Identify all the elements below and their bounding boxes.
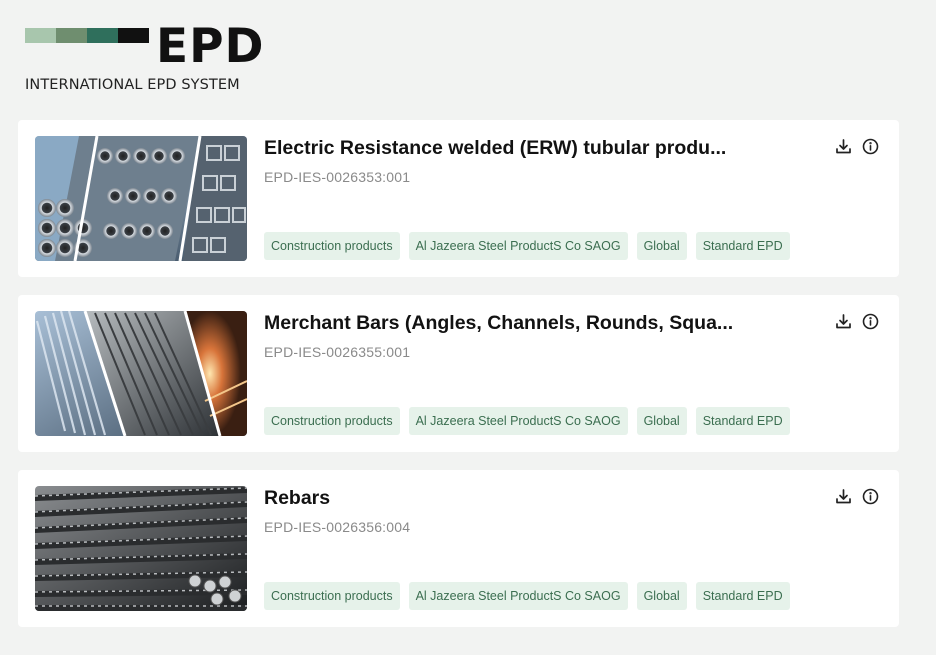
info-icon[interactable]	[862, 488, 879, 505]
tag-company[interactable]: Al Jazeera Steel ProductS Co SAOG	[408, 232, 628, 260]
epd-registration-id: EPD-IES-0026353:001	[264, 169, 411, 185]
tag-list: Construction products Al Jazeera Steel P…	[264, 407, 790, 435]
product-thumbnail[interactable]	[35, 486, 247, 611]
rebars-image	[35, 486, 247, 611]
tag-epd-type[interactable]: Standard EPD	[695, 407, 790, 435]
tag-geography[interactable]: Global	[636, 407, 687, 435]
tag-category[interactable]: Construction products	[264, 407, 400, 435]
info-icon[interactable]	[862, 138, 879, 155]
epd-registration-id: EPD-IES-0026356:004	[264, 519, 411, 535]
card-title[interactable]: Electric Resistance welded (ERW) tubular…	[264, 137, 726, 160]
card-actions	[835, 138, 879, 155]
tag-category[interactable]: Construction products	[264, 232, 400, 260]
tag-epd-type[interactable]: Standard EPD	[695, 582, 790, 610]
tag-company[interactable]: Al Jazeera Steel ProductS Co SAOG	[408, 407, 628, 435]
logo-subtitle: INTERNATIONAL EPD SYSTEM	[25, 77, 240, 93]
card-title[interactable]: Rebars	[264, 487, 330, 510]
tag-company[interactable]: Al Jazeera Steel ProductS Co SAOG	[408, 582, 628, 610]
logo-wordmark: EPD	[156, 19, 265, 74]
logo-bar	[56, 28, 87, 43]
product-thumbnail[interactable]	[35, 311, 247, 436]
download-icon[interactable]	[835, 313, 852, 330]
card-actions	[835, 313, 879, 330]
card-actions	[835, 488, 879, 505]
steel-bars-image	[35, 311, 247, 436]
result-card[interactable]: Rebars EPD-IES-0026356:004 Construction …	[18, 470, 899, 627]
tag-geography[interactable]: Global	[636, 232, 687, 260]
tag-list: Construction products Al Jazeera Steel P…	[264, 582, 790, 610]
epd-logo[interactable]: EPD INTERNATIONAL EPD SYSTEM	[25, 22, 285, 102]
download-icon[interactable]	[835, 138, 852, 155]
product-thumbnail[interactable]	[35, 136, 247, 261]
tag-category[interactable]: Construction products	[264, 582, 400, 610]
steel-tubes-image	[35, 136, 247, 261]
result-card[interactable]: Electric Resistance welded (ERW) tubular…	[18, 120, 899, 277]
tag-list: Construction products Al Jazeera Steel P…	[264, 232, 790, 260]
info-icon[interactable]	[862, 313, 879, 330]
tag-geography[interactable]: Global	[636, 582, 687, 610]
card-title[interactable]: Merchant Bars (Angles, Channels, Rounds,…	[264, 312, 733, 335]
tag-epd-type[interactable]: Standard EPD	[695, 232, 790, 260]
epd-registration-id: EPD-IES-0026355:001	[264, 344, 411, 360]
logo-bar	[118, 28, 149, 43]
logo-color-bars	[25, 28, 149, 43]
logo-bar	[25, 28, 56, 43]
download-icon[interactable]	[835, 488, 852, 505]
result-card[interactable]: Merchant Bars (Angles, Channels, Rounds,…	[18, 295, 899, 452]
logo-bar	[87, 28, 118, 43]
